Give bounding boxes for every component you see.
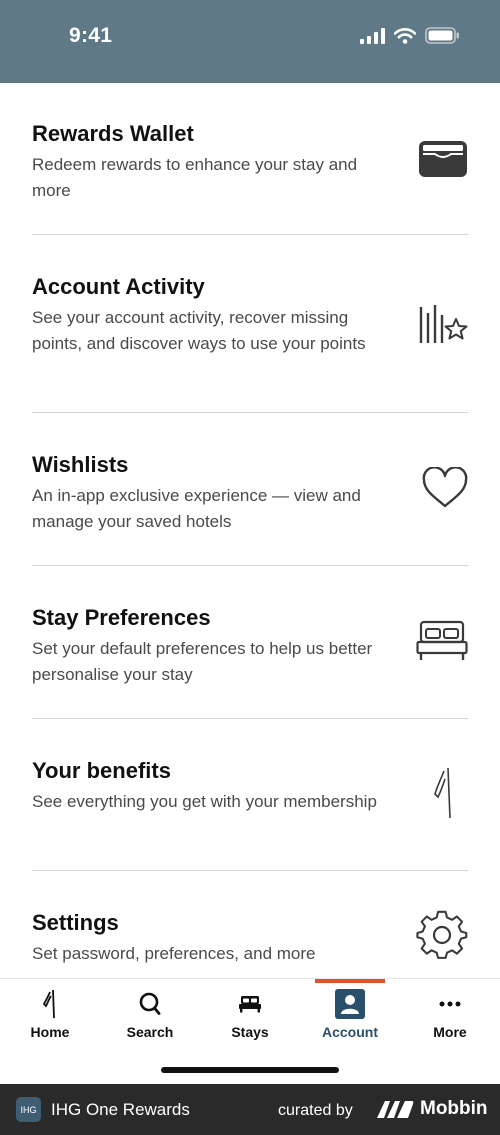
ihg-logo-icon: [432, 767, 456, 824]
menu-item-description: Set your default preferences to help us …: [32, 639, 373, 684]
activity-star-icon: [418, 303, 468, 352]
cellular-signal-icon: [360, 27, 385, 44]
menu-item-your-benefits[interactable]: Your benefits See everything you get wit…: [32, 757, 468, 819]
tab-label: Stays: [231, 1024, 269, 1040]
divider: [32, 412, 468, 413]
app-name: IHG One Rewards: [51, 1100, 190, 1119]
bed-icon: [416, 620, 468, 667]
menu-item-settings[interactable]: Settings Set password, preferences, and …: [32, 909, 468, 967]
menu-item-title: Wishlists: [32, 452, 129, 477]
gear-icon: [416, 909, 468, 966]
mobbin-brand: Mobbin: [376, 1098, 488, 1120]
menu-item-title: Rewards Wallet: [32, 121, 194, 146]
menu-item-title: Account Activity: [32, 274, 205, 299]
menu-item-description: See everything you get with your members…: [32, 792, 377, 811]
account-menu-list: Rewards Wallet Redeem rewards to enhance…: [0, 83, 500, 978]
menu-item-title: Settings: [32, 910, 119, 935]
divider: [32, 718, 468, 719]
app-logo: IHG: [16, 1097, 41, 1122]
search-icon: [135, 989, 165, 1019]
tab-label: Search: [126, 1024, 174, 1040]
ihg-logo-icon: [35, 989, 65, 1019]
mobbin-logo-icon: [377, 1101, 414, 1118]
menu-item-title: Your benefits: [32, 758, 171, 783]
wifi-icon: [394, 27, 416, 44]
more-dots-icon: [435, 989, 465, 1019]
curated-by-label: curated by: [278, 1102, 353, 1119]
tab-bar: Home Search Stays Account More: [0, 978, 500, 1084]
mobbin-brand-name: Mobbin: [420, 1098, 488, 1119]
tab-search[interactable]: Search: [100, 979, 200, 1049]
tab-label: Account: [322, 1024, 378, 1040]
divider: [32, 870, 468, 871]
footer-bar: IHG IHG One Rewards curated by Mobbin: [0, 1084, 500, 1135]
account-icon: [335, 989, 365, 1019]
home-indicator: [161, 1067, 339, 1073]
menu-item-stay-preferences[interactable]: Stay Preferences Set your default prefer…: [32, 604, 468, 687]
divider: [32, 234, 468, 235]
divider: [32, 565, 468, 566]
status-time: 9:41: [69, 24, 113, 47]
wallet-icon: [418, 140, 468, 183]
menu-item-description: See your account activity, recover missi…: [32, 308, 366, 353]
tab-label: Home: [30, 1024, 70, 1040]
tab-account[interactable]: Account: [300, 979, 400, 1049]
battery-icon: [425, 27, 459, 44]
menu-item-title: Stay Preferences: [32, 605, 211, 630]
tab-label: More: [433, 1024, 467, 1040]
heart-icon: [422, 466, 468, 514]
menu-item-description: Redeem rewards to enhance your stay and …: [32, 155, 358, 200]
status-bar: 9:41: [0, 0, 500, 83]
tab-more[interactable]: More: [400, 979, 500, 1049]
tab-stays[interactable]: Stays: [200, 979, 300, 1049]
menu-item-wishlists[interactable]: Wishlists An in-app exclusive experience…: [32, 451, 468, 534]
menu-item-description: An in-app exclusive experience — view an…: [32, 486, 361, 531]
menu-item-rewards-wallet[interactable]: Rewards Wallet Redeem rewards to enhance…: [32, 120, 468, 203]
menu-item-account-activity[interactable]: Account Activity See your account activi…: [32, 273, 468, 356]
menu-item-description: Set password, preferences, and more: [32, 944, 316, 963]
tab-home[interactable]: Home: [0, 979, 100, 1049]
bed-icon: [235, 989, 265, 1019]
status-icons: [360, 27, 460, 44]
